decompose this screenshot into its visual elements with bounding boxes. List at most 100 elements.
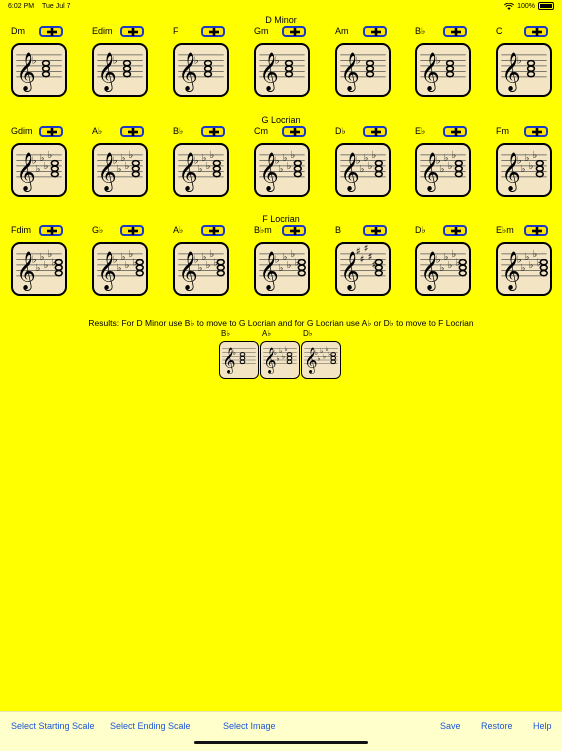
result-chord-label: B♭ xyxy=(221,329,231,338)
plus-icon xyxy=(47,227,57,235)
add-chord-button[interactable] xyxy=(39,26,63,37)
chord-cell: E♭ 𝄞 ♭ ♭ ♭ ♭ ♭ xyxy=(415,126,475,197)
add-chord-button[interactable] xyxy=(363,126,387,137)
svg-text:♭: ♭ xyxy=(275,56,280,67)
add-chord-button[interactable] xyxy=(201,26,225,37)
svg-text:♭: ♭ xyxy=(44,260,49,271)
chord-cell: Gdim 𝄞 ♭ ♭ ♭ ♭ ♭ xyxy=(11,126,71,197)
add-chord-button[interactable] xyxy=(201,126,225,137)
add-chord-button[interactable] xyxy=(201,225,225,236)
svg-text:♭: ♭ xyxy=(517,56,522,67)
chord-label: E♭ xyxy=(415,126,426,136)
chord-label: G♭ xyxy=(92,225,104,235)
add-chord-button[interactable] xyxy=(524,126,548,137)
add-chord-button[interactable] xyxy=(524,26,548,37)
help-button[interactable]: Help xyxy=(533,721,552,731)
chord-staff-card[interactable]: 𝄞 ♭ xyxy=(173,43,229,97)
svg-text:♭: ♭ xyxy=(448,161,453,172)
status-bar: 6:02 PM Tue Jul 7 100% xyxy=(0,0,562,14)
chord-staff-card[interactable]: 𝄞 ♭ xyxy=(11,43,67,97)
add-chord-button[interactable] xyxy=(363,225,387,236)
chord-cell: Gm 𝄞 ♭ xyxy=(254,26,314,97)
chord-label: D♭ xyxy=(415,225,426,235)
add-chord-button[interactable] xyxy=(120,225,144,236)
add-chord-button[interactable] xyxy=(443,126,467,137)
chord-label: Fm xyxy=(496,126,509,136)
add-chord-button[interactable] xyxy=(443,26,467,37)
add-chord-button[interactable] xyxy=(39,225,63,236)
save-button[interactable]: Save xyxy=(440,721,461,731)
svg-text:♭: ♭ xyxy=(529,161,534,172)
svg-text:♭: ♭ xyxy=(36,263,41,274)
svg-text:♭: ♭ xyxy=(233,349,236,357)
chord-label: E♭m xyxy=(496,225,514,235)
svg-text:♭: ♭ xyxy=(360,164,365,175)
result-chord-label: D♭ xyxy=(303,329,313,338)
svg-text:♭: ♭ xyxy=(48,150,53,161)
chord-staff-card[interactable]: 𝄞 ♭ ♭ ♭ ♭ ♭ ♭ xyxy=(173,242,229,296)
battery-percent: 100% xyxy=(517,2,535,10)
status-right: 100% xyxy=(504,2,554,10)
add-chord-button[interactable] xyxy=(443,225,467,236)
svg-text:♭: ♭ xyxy=(125,161,130,172)
add-chord-button[interactable] xyxy=(282,225,306,236)
svg-text:♭: ♭ xyxy=(194,56,199,67)
add-chord-button[interactable] xyxy=(39,126,63,137)
svg-text:♭: ♭ xyxy=(210,150,215,161)
chord-cell: Fm 𝄞 ♭ ♭ ♭ ♭ ♭ xyxy=(496,126,556,197)
chord-cell: G♭ 𝄞 ♭ ♭ ♭ ♭ ♭ ♭ xyxy=(92,225,152,296)
add-chord-button[interactable] xyxy=(282,126,306,137)
chord-staff-card[interactable]: 𝄞 ♭ ♭ ♭ ♭ ♭ xyxy=(415,143,471,197)
svg-text:♭: ♭ xyxy=(529,260,534,271)
plus-icon xyxy=(532,227,542,235)
chord-staff-card[interactable]: 𝄞 ♭ xyxy=(496,43,552,97)
chord-staff-card[interactable]: 𝄞 ♭ ♭ ♭ ♭ ♭ ♭ xyxy=(11,242,67,296)
restore-button[interactable]: Restore xyxy=(481,721,513,731)
svg-text:♭: ♭ xyxy=(452,150,457,161)
select-ending-scale-button[interactable]: Select Ending Scale xyxy=(110,721,191,731)
chord-staff-card[interactable]: 𝄞 ♭ ♭ ♭ ♭ ♭ ♭ xyxy=(415,242,471,296)
svg-text:♭: ♭ xyxy=(282,353,285,361)
add-chord-button[interactable] xyxy=(524,225,548,236)
add-chord-button[interactable] xyxy=(363,26,387,37)
chord-staff-card[interactable]: 𝄞 ♭ ♭ ♭ ♭ ♭ xyxy=(92,143,148,197)
plus-icon xyxy=(209,28,219,36)
chord-staff-card[interactable]: 𝄞 ♭ ♭ ♭ ♭ ♭ xyxy=(173,143,229,197)
wifi-icon xyxy=(504,2,515,10)
chord-cell: A♭ 𝄞 ♭ ♭ ♭ ♭ ♭ xyxy=(92,126,152,197)
svg-text:♭: ♭ xyxy=(198,263,203,274)
chord-label: D♭ xyxy=(335,126,346,136)
svg-text:♭: ♭ xyxy=(206,161,211,172)
chord-cell: D♭ 𝄞 ♭ ♭ ♭ ♭ ♭ xyxy=(335,126,395,197)
chord-staff-card[interactable]: 𝄞 ♭ xyxy=(335,43,391,97)
section-title: D Minor xyxy=(265,15,297,25)
plus-icon xyxy=(532,28,542,36)
svg-text:♭: ♭ xyxy=(368,161,373,172)
chord-staff-card[interactable]: 𝄞 ♭ ♭ ♭ ♭ ♭ ♭ xyxy=(92,242,148,296)
chord-staff-card[interactable]: 𝄞 ♭ xyxy=(92,43,148,97)
home-indicator xyxy=(194,741,368,744)
add-chord-button[interactable] xyxy=(282,26,306,37)
chord-staff-card[interactable]: 𝄞 ♭ ♭ ♭ ♭ ♭ ♭ xyxy=(254,242,310,296)
chord-cell: Edim 𝄞 ♭ xyxy=(92,26,152,97)
svg-text:♭: ♭ xyxy=(448,260,453,271)
svg-text:♭: ♭ xyxy=(291,150,296,161)
chord-staff-card[interactable]: 𝄞 ♭ ♭ ♭ ♭ ♭ xyxy=(11,143,67,197)
select-image-button[interactable]: Select Image xyxy=(223,721,276,731)
add-chord-button[interactable] xyxy=(120,126,144,137)
svg-text:♭: ♭ xyxy=(533,150,538,161)
chord-staff-card[interactable]: 𝄞 ♭ ♭ ♭ ♭ ♭ xyxy=(254,143,310,197)
chord-staff-card[interactable]: 𝄞 ♭ ♭ ♭ ♭ ♭ ♭ xyxy=(496,242,552,296)
chord-label: Am xyxy=(335,26,349,36)
svg-text:♭: ♭ xyxy=(440,263,445,274)
add-chord-button[interactable] xyxy=(120,26,144,37)
chord-staff-card[interactable]: 𝄞 ♭ ♭ ♭ ♭ ♭ xyxy=(335,143,391,197)
chord-staff-card[interactable]: 𝄞 ♭ ♭ ♭ ♭ ♭ xyxy=(496,143,552,197)
select-starting-scale-button[interactable]: Select Starting Scale xyxy=(11,721,95,731)
chord-staff-card[interactable]: 𝄞 ♭ xyxy=(254,43,310,97)
svg-text:♭: ♭ xyxy=(323,353,326,361)
chord-staff-card[interactable]: 𝄞 ♯ ♯ ♯ ♯ ♯ xyxy=(335,242,391,296)
chord-staff-card[interactable]: 𝄞 ♭ xyxy=(415,43,471,97)
svg-text:♭: ♭ xyxy=(32,56,37,67)
plus-icon xyxy=(532,128,542,136)
